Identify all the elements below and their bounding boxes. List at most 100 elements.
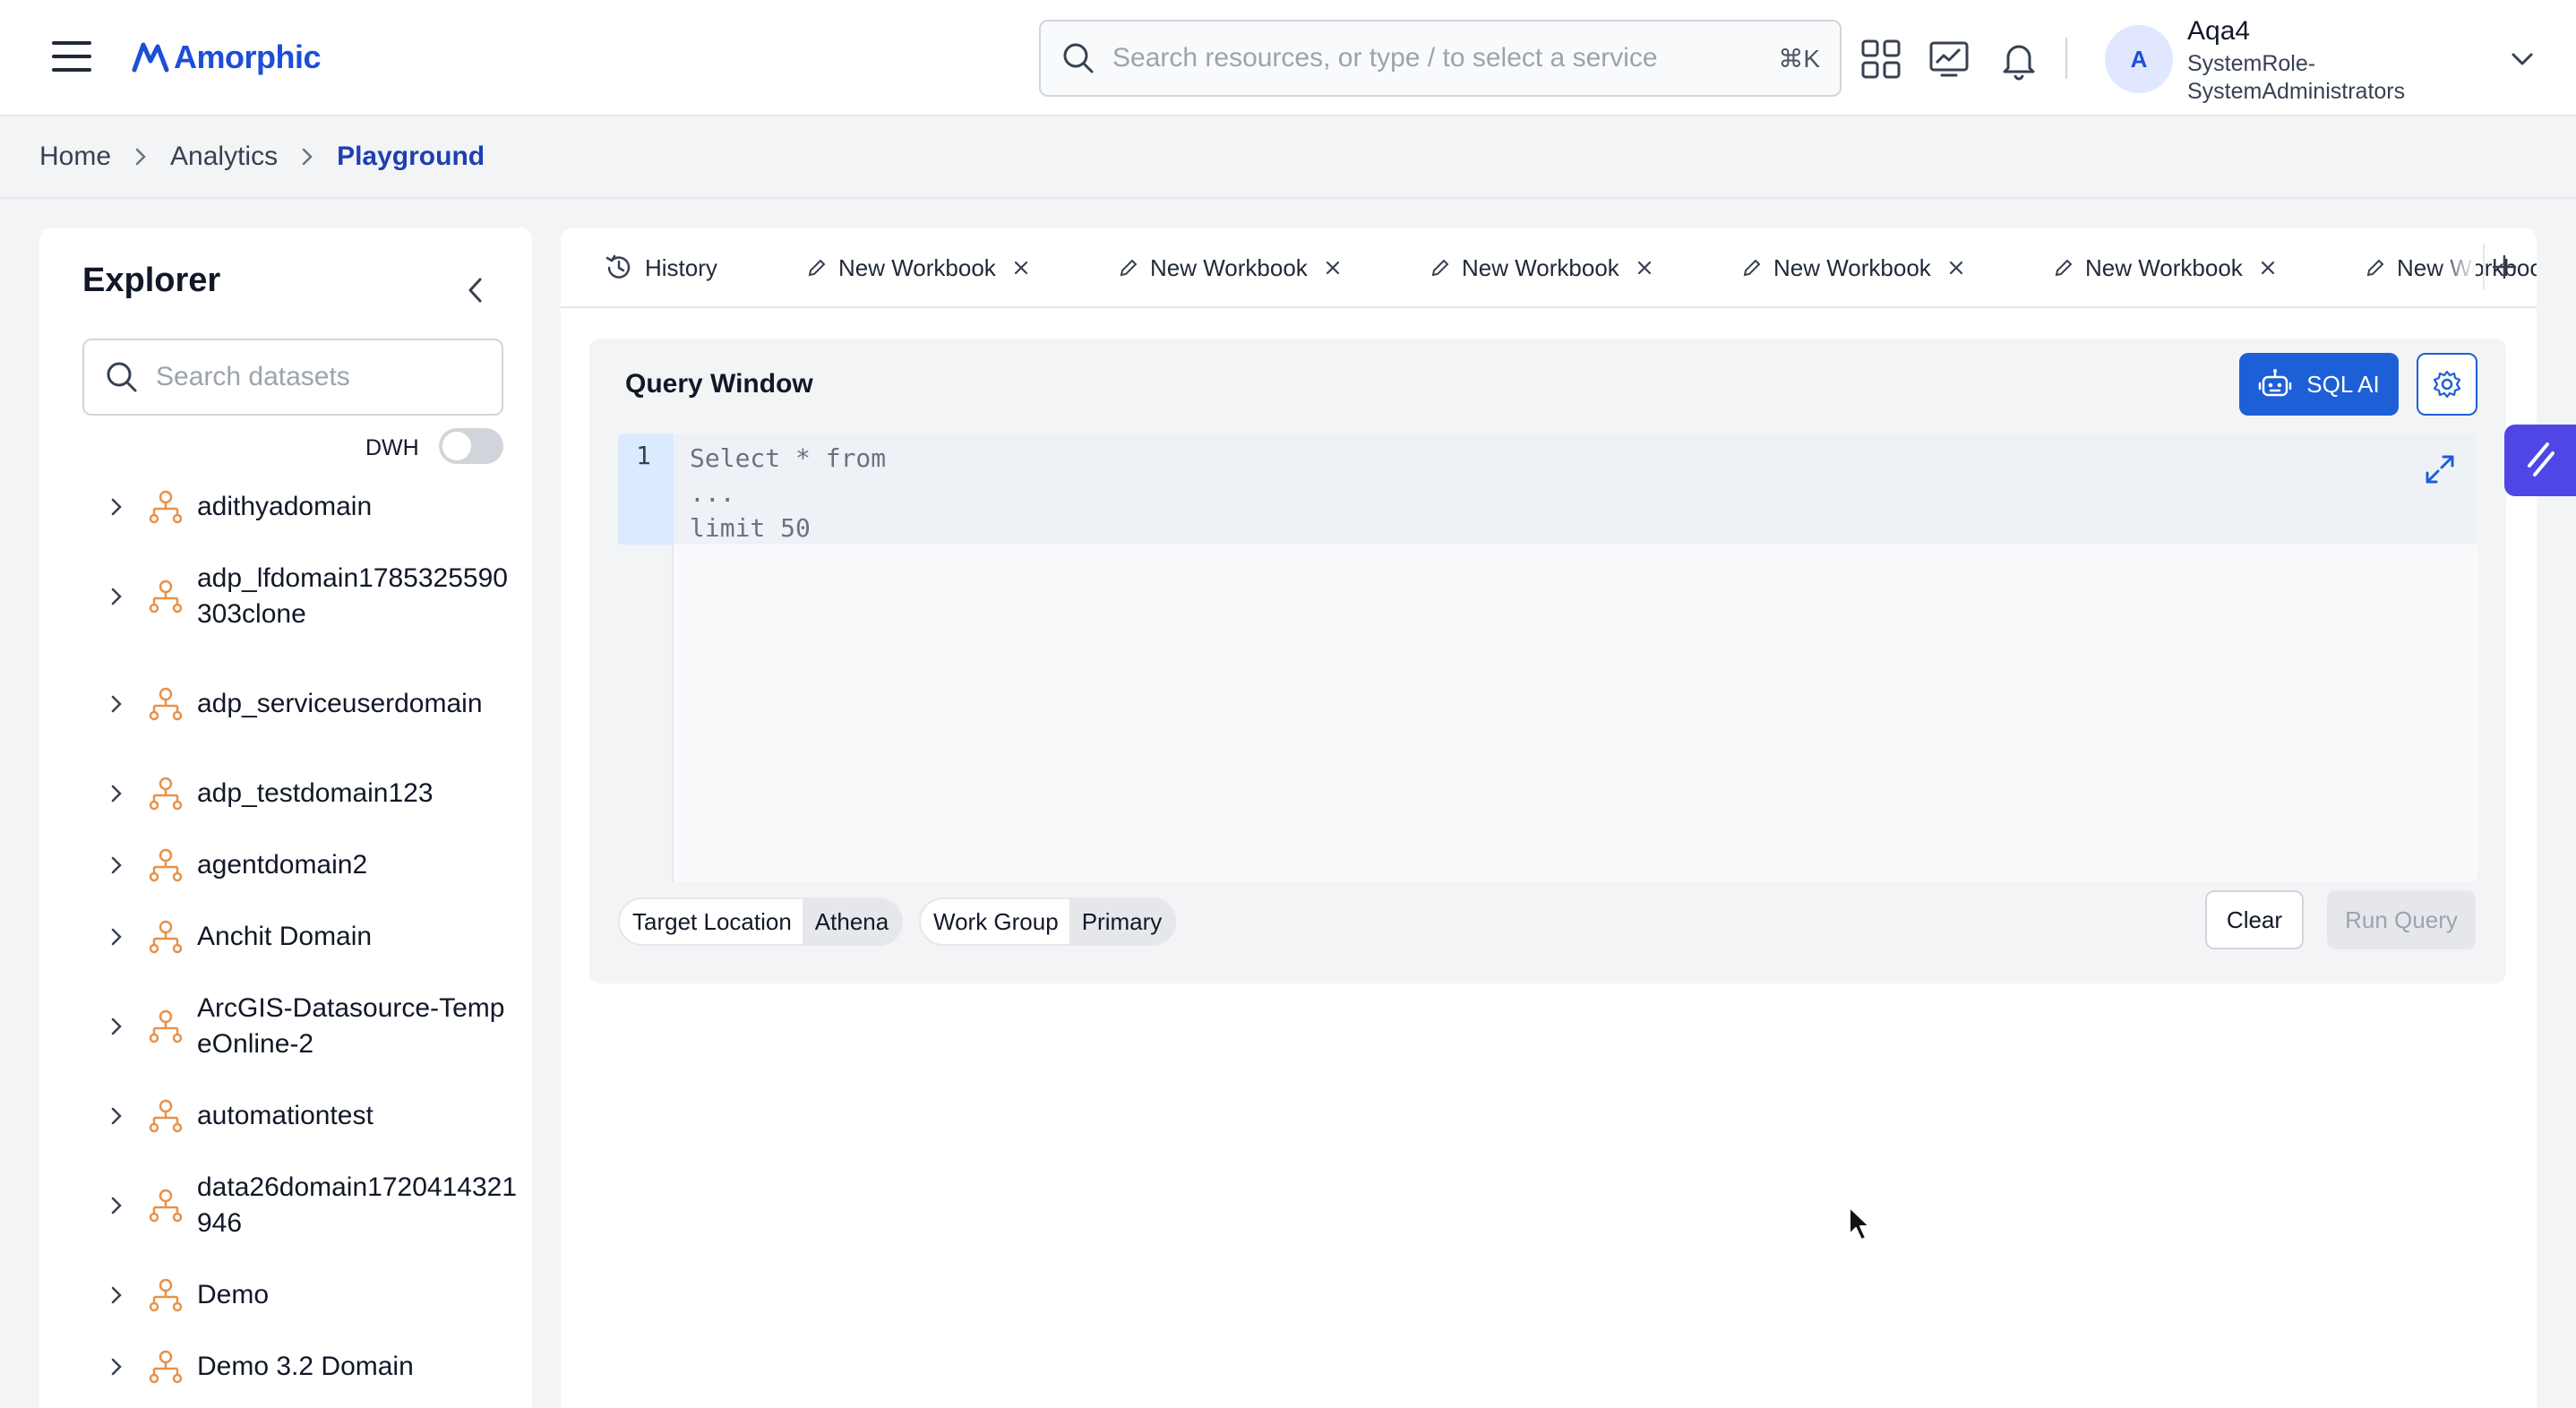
pencil-icon [2055, 259, 2073, 277]
list-item[interactable]: Demo 3.2 Domain [39, 1331, 532, 1403]
tab-workbook-label: New Workbook [2085, 253, 2243, 281]
tab-overflow-fade [2440, 228, 2476, 306]
domain-icon [149, 687, 183, 721]
chevron-right-icon[interactable] [107, 1282, 125, 1309]
tab-workbook-label: New Workbook [1150, 253, 1308, 281]
dataset-search[interactable] [82, 339, 503, 416]
domain-label: Anchit Domain [197, 922, 373, 951]
close-icon[interactable] [2259, 259, 2277, 277]
domain-icon [149, 490, 183, 524]
tab-workbook[interactable]: New Workbook [1741, 228, 1965, 306]
search-icon [107, 362, 137, 392]
chevron-right-icon[interactable] [107, 923, 125, 950]
chevron-right-icon[interactable] [107, 1103, 125, 1129]
topbar-divider [2065, 38, 2067, 79]
target-location-pill[interactable]: Target Location Athena [618, 897, 904, 946]
list-item[interactable]: data26domain1720414321946 [39, 1152, 532, 1259]
app-logo-text: Amorphic [174, 39, 322, 75]
run-query-button[interactable]: Run Query [2327, 890, 2476, 949]
list-item[interactable]: adithyadomain [39, 471, 532, 543]
chevron-right-icon[interactable] [107, 1013, 125, 1040]
domain-label: adp_lfdomain1785325590303clone [197, 563, 508, 629]
list-item[interactable]: adp_serviceuserdomain [39, 650, 532, 758]
query-settings-button[interactable] [2417, 353, 2477, 416]
tab-workbook[interactable]: New Workbook [2053, 228, 2277, 306]
query-window-title: Query Window [625, 369, 813, 399]
list-item[interactable]: Anchit Domain [39, 901, 532, 973]
chevron-right-icon[interactable] [107, 583, 125, 610]
tab-workbook[interactable]: New Workbook [1118, 228, 1342, 306]
list-item[interactable]: Demo [39, 1259, 532, 1331]
domain-icon [149, 1009, 183, 1043]
mouse-cursor-icon [1849, 1206, 1870, 1241]
app-logo[interactable]: Amorphic [131, 34, 322, 81]
tab-history-label: History [645, 253, 717, 281]
domain-icon [149, 848, 183, 882]
domain-icon [149, 580, 183, 614]
analytics-monitor-icon[interactable] [1928, 38, 1971, 81]
domain-label: adp_testdomain123 [197, 778, 434, 808]
close-icon[interactable] [1947, 259, 1965, 277]
domain-icon [149, 1350, 183, 1384]
clear-button[interactable]: Clear [2205, 890, 2304, 949]
assistant-side-tab[interactable] [2504, 425, 2576, 496]
line-number: 1 [636, 441, 651, 470]
work-group-pill[interactable]: Work Group Primary [919, 897, 1177, 946]
sql-ai-button[interactable]: SQL AI [2239, 353, 2399, 416]
close-icon[interactable] [1636, 259, 1653, 277]
domain-label: data26domain1720414321946 [197, 1172, 517, 1238]
collapse-explorer-icon[interactable] [464, 272, 487, 308]
apps-grid-icon[interactable] [1859, 38, 1902, 81]
dataset-search-input[interactable] [156, 362, 496, 392]
sql-editor[interactable]: 1 Select * from ... limit 50 [618, 434, 2477, 881]
domain-icon [149, 777, 183, 811]
dwh-toggle[interactable] [439, 428, 503, 464]
sql-code[interactable]: Select * from ... limit 50 [690, 441, 886, 545]
list-item[interactable]: ArcGIS-Datasource-TempeOnline-2 [39, 973, 532, 1080]
chevron-right-icon[interactable] [107, 852, 125, 879]
tab-history[interactable]: History [604, 228, 717, 306]
user-avatar[interactable]: A [2105, 25, 2173, 93]
pencil-icon [2366, 259, 2384, 277]
dwh-label: DWH [365, 435, 419, 460]
list-item[interactable]: adp_lfdomain1785325590303clone [39, 543, 532, 650]
close-icon[interactable] [1012, 259, 1030, 277]
chevron-right-icon[interactable] [107, 780, 125, 807]
tab-workbook[interactable]: New Workbook [806, 228, 1030, 306]
list-item[interactable]: agentdomain2 [39, 829, 532, 901]
add-tab-icon[interactable] [2490, 253, 2519, 281]
domain-icon [149, 1278, 183, 1312]
domain-icon [149, 920, 183, 954]
history-icon [605, 254, 631, 279]
domain-label: automationtest [197, 1101, 374, 1130]
query-window: Query Window SQL AI 1 Select * from ... … [589, 339, 2506, 983]
close-icon[interactable] [1324, 259, 1342, 277]
tab-workbook[interactable]: New Workbook [1430, 228, 1653, 306]
lightning-icon [2528, 442, 2555, 476]
expand-icon[interactable] [2422, 451, 2458, 487]
list-item[interactable]: automationtest [39, 1080, 532, 1152]
chevron-right-icon[interactable] [107, 494, 125, 520]
editor-active-line [674, 434, 2477, 545]
chevron-down-icon[interactable] [2508, 47, 2537, 72]
target-location-value: Athena [802, 899, 902, 944]
top-bar: Amorphic ⌘K A Aqa4 SystemRole-SystemAdmi… [0, 0, 2576, 116]
domain-icon [149, 1099, 183, 1133]
chevron-right-icon[interactable] [107, 1192, 125, 1219]
domain-label: Demo [197, 1280, 270, 1309]
global-search-input[interactable] [1112, 43, 1739, 73]
list-item[interactable]: adp_testdomain123 [39, 758, 532, 829]
breadcrumb-playground: Playground [337, 142, 485, 171]
hamburger-menu-icon[interactable] [52, 41, 91, 73]
breadcrumb-home[interactable]: Home [39, 142, 111, 172]
chevron-right-icon[interactable] [107, 1353, 125, 1380]
pencil-icon [1743, 259, 1761, 277]
chevron-right-icon[interactable] [107, 691, 125, 717]
playground-main: History New Workbook New Workbook New Wo… [561, 228, 2537, 1408]
robot-icon [2259, 369, 2292, 397]
global-search[interactable]: ⌘K [1039, 20, 1842, 97]
notification-bell-icon[interactable] [1997, 38, 2040, 81]
breadcrumb-analytics[interactable]: Analytics [170, 142, 278, 172]
sql-ai-label: SQL AI [2306, 370, 2380, 398]
target-location-label: Target Location [632, 907, 792, 935]
